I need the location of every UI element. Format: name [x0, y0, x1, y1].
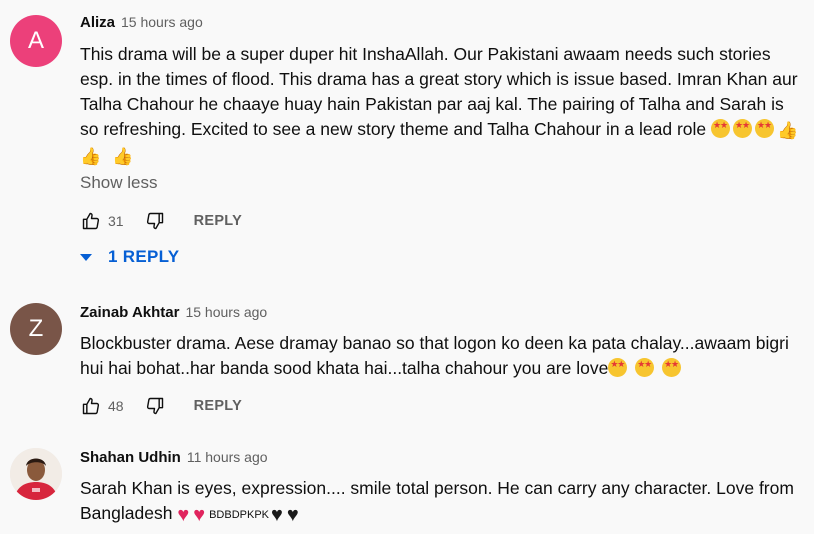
star-struck-emoji-icon — [662, 358, 682, 377]
comment-text: Sarah Khan is eyes, expression.... smile… — [80, 476, 806, 528]
avatar[interactable]: A — [10, 15, 62, 67]
author-name[interactable]: Aliza — [80, 14, 115, 31]
star-struck-emoji-icon — [635, 358, 655, 377]
reply-button[interactable]: REPLY — [194, 398, 243, 414]
thumbs-down-icon[interactable] — [144, 210, 166, 232]
black-heart-emoji-icon: ♥ — [271, 504, 283, 526]
comment-text-body: Blockbuster drama. Aese dramay banao so … — [80, 333, 789, 378]
thumbs-up-emoji-icon: 👍 — [112, 147, 134, 166]
comment-time[interactable]: 11 hours ago — [187, 449, 268, 465]
avatar[interactable] — [10, 448, 62, 500]
comment-time[interactable]: 15 hours ago — [121, 14, 203, 30]
like-count: 48 — [108, 398, 124, 414]
thumbs-up-icon[interactable] — [80, 395, 102, 417]
comment-header: Zainab Akhtar 15 hours ago — [80, 304, 267, 321]
comment-actions: 48 REPLY — [80, 394, 242, 418]
reply-button[interactable]: REPLY — [194, 213, 243, 229]
star-struck-emoji-icon — [608, 358, 628, 377]
caret-down-icon — [80, 253, 92, 261]
black-heart-emoji-icon: ♥ — [286, 504, 299, 526]
comment-actions: 31 REPLY — [80, 209, 242, 233]
red-heart-emoji-icon: ♥ — [193, 504, 206, 526]
comment-text-body: This drama will be a super duper hit Ins… — [80, 44, 798, 139]
star-struck-emoji-icon — [733, 119, 753, 138]
thumbs-up-icon[interactable] — [80, 210, 102, 232]
comment-text: Blockbuster drama. Aese dramay banao so … — [80, 331, 806, 381]
author-name[interactable]: Shahan Udhin — [80, 449, 181, 466]
show-less-button[interactable]: Show less — [80, 173, 157, 193]
red-heart-emoji-icon: ♥ — [177, 504, 190, 526]
comment-header: Aliza 15 hours ago — [80, 14, 203, 31]
thumbs-down-icon[interactable] — [144, 395, 166, 417]
star-struck-emoji-icon — [755, 119, 775, 138]
avatar[interactable]: Z — [10, 303, 62, 355]
thumbs-up-emoji-icon: 👍 — [80, 147, 102, 166]
like-count: 31 — [108, 213, 124, 229]
profile-photo-icon — [10, 448, 62, 500]
comment-text: This drama will be a super duper hit Ins… — [80, 42, 806, 169]
flags-text: BDBDPKPK — [209, 509, 269, 521]
star-struck-emoji-icon — [711, 119, 731, 138]
comment-header: Shahan Udhin 11 hours ago — [80, 449, 268, 466]
thumbs-up-emoji-icon: 👍 — [777, 121, 799, 140]
comment-time[interactable]: 15 hours ago — [185, 304, 267, 320]
author-name[interactable]: Zainab Akhtar — [80, 304, 179, 321]
view-replies-button[interactable]: 1 REPLY — [80, 247, 179, 267]
replies-label: 1 REPLY — [108, 247, 180, 266]
